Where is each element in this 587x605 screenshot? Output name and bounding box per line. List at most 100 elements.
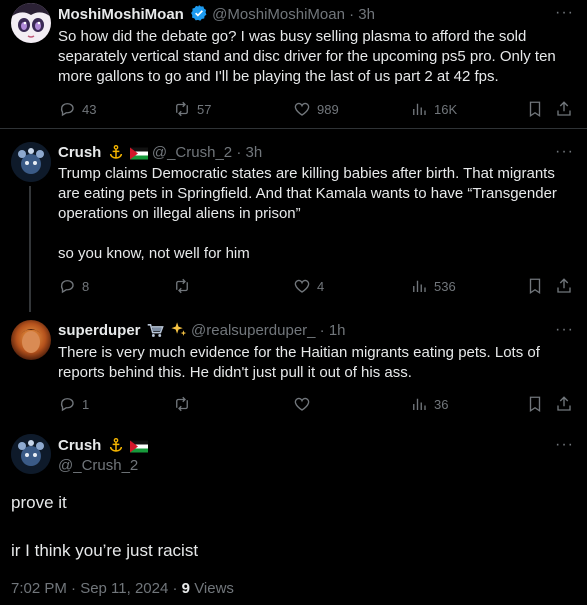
views-chart-icon	[413, 103, 426, 115]
reply-icon	[60, 103, 74, 117]
focused-tweet: Crush @_Crush_2 ··· prove it ir I think …	[0, 430, 587, 605]
share-icon	[557, 101, 571, 116]
separator: ·	[236, 144, 242, 161]
share-button[interactable]	[555, 394, 573, 414]
reply-count: 1	[82, 396, 90, 412]
retweet-icon	[176, 396, 188, 412]
text-line: so you know, not well for him	[58, 245, 250, 262]
display-name[interactable]: Crush	[58, 437, 101, 454]
reply-button[interactable]: 43	[58, 99, 96, 119]
text-line: operations on illegal aliens in prison”	[58, 205, 301, 222]
reply-count: 8	[82, 278, 90, 294]
bookmark-button[interactable]	[526, 99, 544, 119]
bookmark-button[interactable]	[526, 394, 544, 414]
palestine-flag-icon	[129, 146, 148, 166]
share-icon	[557, 396, 571, 411]
avatar[interactable]	[11, 142, 51, 182]
bookmark-icon	[529, 101, 541, 118]
text-line: So how did the debate go? I was busy sel…	[58, 28, 527, 45]
heart-icon	[294, 102, 310, 116]
retweet-button[interactable]	[173, 394, 197, 414]
tweet-header: superduper @realsuperduper_ · 1h	[58, 321, 547, 344]
tweet-superduper[interactable]: superduper @realsuperduper_ · 1h ··· The…	[0, 312, 587, 430]
separator: ·	[349, 6, 355, 23]
author-handle-row: @_Crush_2	[58, 456, 547, 476]
avatar[interactable]	[11, 320, 51, 360]
tweet-header: MoshiMoshiMoan @MoshiMoshiMoan · 3h	[58, 4, 547, 28]
bookmark-icon	[529, 396, 541, 413]
reply-icon	[60, 398, 74, 412]
view-count: 536	[434, 278, 456, 294]
text-line: There is very much evidence for the Hait…	[58, 344, 540, 361]
views-chart-icon	[413, 280, 426, 292]
text-line: Trump claims Democratic states are killi…	[58, 165, 555, 182]
handle[interactable]: @realsuperduper_	[191, 322, 315, 339]
more-options-icon[interactable]: ···	[555, 437, 573, 458]
tweet-text-line: ir I think you’re just racist	[11, 541, 199, 560]
reply-button[interactable]: 1	[58, 394, 89, 414]
heart-icon	[294, 279, 310, 293]
view-count: 16K	[434, 101, 458, 117]
views-label: Views	[194, 580, 234, 597]
reply-icon	[60, 280, 74, 294]
timestamp[interactable]: 1h	[329, 322, 346, 339]
tweet-header: Crush @_Crush_2 · 3h	[58, 143, 547, 166]
anchor-emoji-icon	[108, 144, 124, 166]
bookmark-icon	[529, 278, 541, 295]
text-line: are eating pets in Springfield. And that…	[58, 185, 557, 202]
like-button[interactable]	[293, 394, 317, 414]
separator: ·	[319, 322, 325, 339]
bookmark-button[interactable]	[526, 276, 544, 296]
retweet-button[interactable]: 57	[173, 99, 211, 119]
reply-button[interactable]: 8	[58, 276, 89, 296]
retweet-button[interactable]	[173, 276, 197, 296]
verified-badge-icon	[190, 4, 208, 28]
tweet-moshimoshimoan[interactable]: MoshiMoshiMoan @MoshiMoshiMoan · 3h ··· …	[0, 0, 587, 128]
tweet-text-line: prove it	[11, 493, 67, 512]
avatar[interactable]	[11, 3, 51, 43]
handle[interactable]: @_Crush_2	[58, 457, 138, 474]
like-count: 4	[317, 278, 325, 294]
more-options-icon[interactable]: ···	[555, 5, 573, 26]
avatar[interactable]	[11, 434, 51, 474]
more-options-icon[interactable]: ···	[555, 144, 573, 165]
views-button[interactable]: 36	[410, 394, 448, 414]
like-count: 989	[317, 101, 339, 117]
share-button[interactable]	[555, 276, 573, 296]
views-chart-icon	[413, 398, 426, 410]
text-line: reports behind this. He didn't just pull…	[58, 364, 412, 381]
timestamp[interactable]: 7:02 PM · Sep 11, 2024 ·	[11, 580, 178, 597]
tweet-text: Trump claims Democratic states are killi…	[58, 164, 573, 264]
handle[interactable]: @_Crush_2	[152, 144, 232, 161]
tweet-crush[interactable]: Crush @_Crush_2 · 3h ··· Trump claims De…	[0, 129, 587, 312]
share-button[interactable]	[555, 99, 573, 119]
thread-line	[29, 186, 31, 312]
shopping-cart-icon	[147, 323, 164, 344]
retweet-count: 57	[197, 101, 212, 117]
display-name[interactable]: Crush	[58, 144, 101, 161]
reply-count: 43	[82, 101, 97, 117]
share-icon	[557, 278, 571, 293]
action-bar: 43 57 989 16K	[58, 99, 573, 119]
like-button[interactable]: 989	[293, 99, 339, 119]
view-count: 9	[181, 580, 191, 597]
timestamp[interactable]: 3h	[358, 6, 375, 23]
tweet-text: So how did the debate go? I was busy sel…	[58, 27, 573, 87]
display-name[interactable]: superduper	[58, 322, 141, 339]
tweet-meta: 7:02 PM · Sep 11, 2024 · 9 Views	[11, 580, 234, 597]
action-bar: 1 36	[58, 394, 573, 414]
timestamp[interactable]: 3h	[245, 144, 262, 161]
retweet-icon	[176, 278, 188, 294]
sparkles-icon	[170, 321, 187, 344]
view-count: 36	[434, 396, 449, 412]
like-button[interactable]: 4	[293, 276, 324, 296]
text-line: separately vertical stand and disc drive…	[58, 48, 556, 65]
display-name[interactable]: MoshiMoshiMoan	[58, 6, 184, 23]
views-button[interactable]: 536	[410, 276, 456, 296]
views-button[interactable]: 16K	[410, 99, 457, 119]
more-options-icon[interactable]: ···	[555, 322, 573, 343]
handle[interactable]: @MoshiMoshiMoan	[212, 6, 345, 23]
tweet-text: There is very much evidence for the Hait…	[58, 343, 573, 383]
action-bar: 8 4 536	[58, 276, 573, 296]
